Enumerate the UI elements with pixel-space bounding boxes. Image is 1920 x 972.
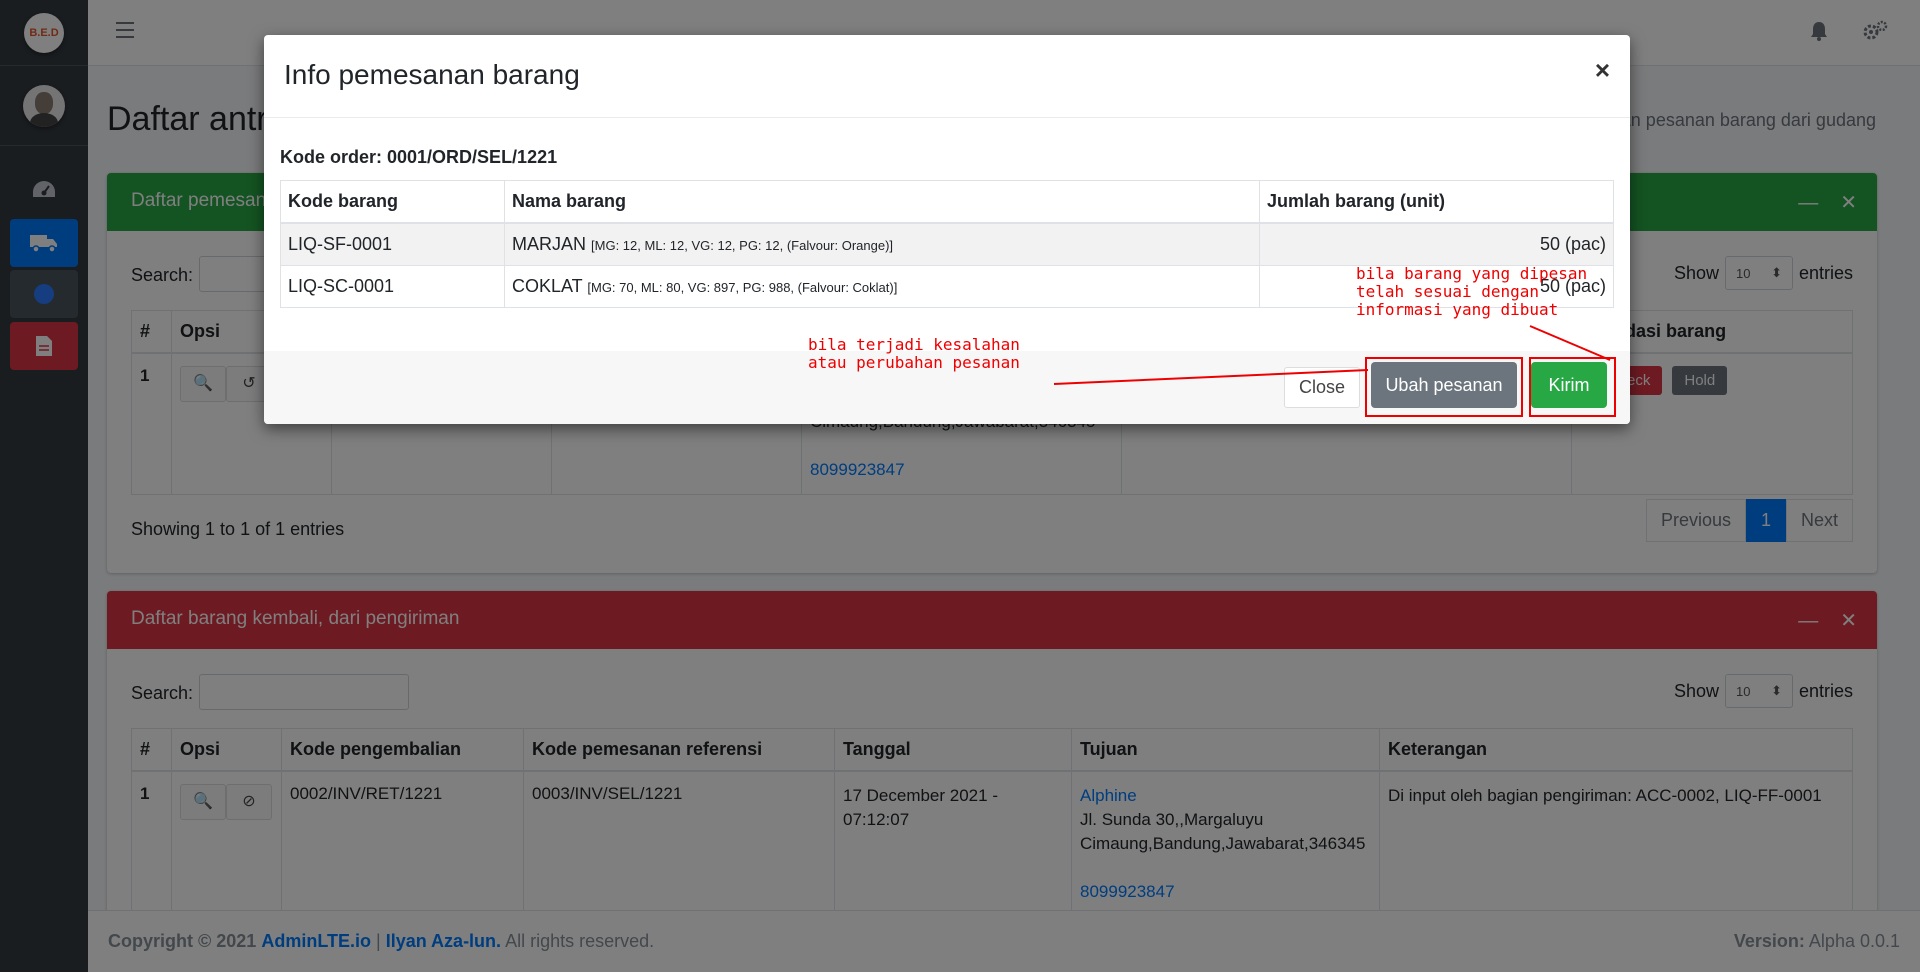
spec: [MG: 70, ML: 80, VG: 897, PG: 988, (Falv… xyxy=(587,280,898,295)
annotation-box-kirim xyxy=(1529,357,1616,417)
annotation-text-kirim: bila barang yang dipesan telah sesuai de… xyxy=(1356,264,1588,319)
kode-barang: LIQ-SC-0001 xyxy=(280,265,505,308)
annotation-box-ubah xyxy=(1365,357,1523,417)
jumlah-barang: 50 (pac) xyxy=(1259,222,1614,266)
column-header: Kode barang xyxy=(280,180,505,224)
column-header: Nama barang xyxy=(504,180,1260,224)
nama-barang: MARJAN xyxy=(512,234,587,254)
annotation-text-ubah: bila terjadi kesalahan atau perubahan pe… xyxy=(808,335,1020,372)
table-row: LIQ-SF-0001 MARJAN [MG: 12, ML: 12, VG: … xyxy=(280,222,1614,266)
modal-header: Info pemesanan barang × xyxy=(264,35,1630,118)
close-button[interactable]: Close xyxy=(1284,367,1361,408)
spec: [MG: 12, ML: 12, VG: 12, PG: 12, (Falvou… xyxy=(591,238,894,253)
modal-title: Info pemesanan barang xyxy=(284,59,580,90)
close-icon[interactable]: × xyxy=(1595,55,1610,86)
column-header: Jumlah barang (unit) xyxy=(1259,180,1614,224)
kode-order: Kode order: 0001/ORD/SEL/1221 xyxy=(280,147,558,167)
nama-barang: COKLAT xyxy=(512,276,583,296)
kode-barang: LIQ-SF-0001 xyxy=(280,222,505,266)
